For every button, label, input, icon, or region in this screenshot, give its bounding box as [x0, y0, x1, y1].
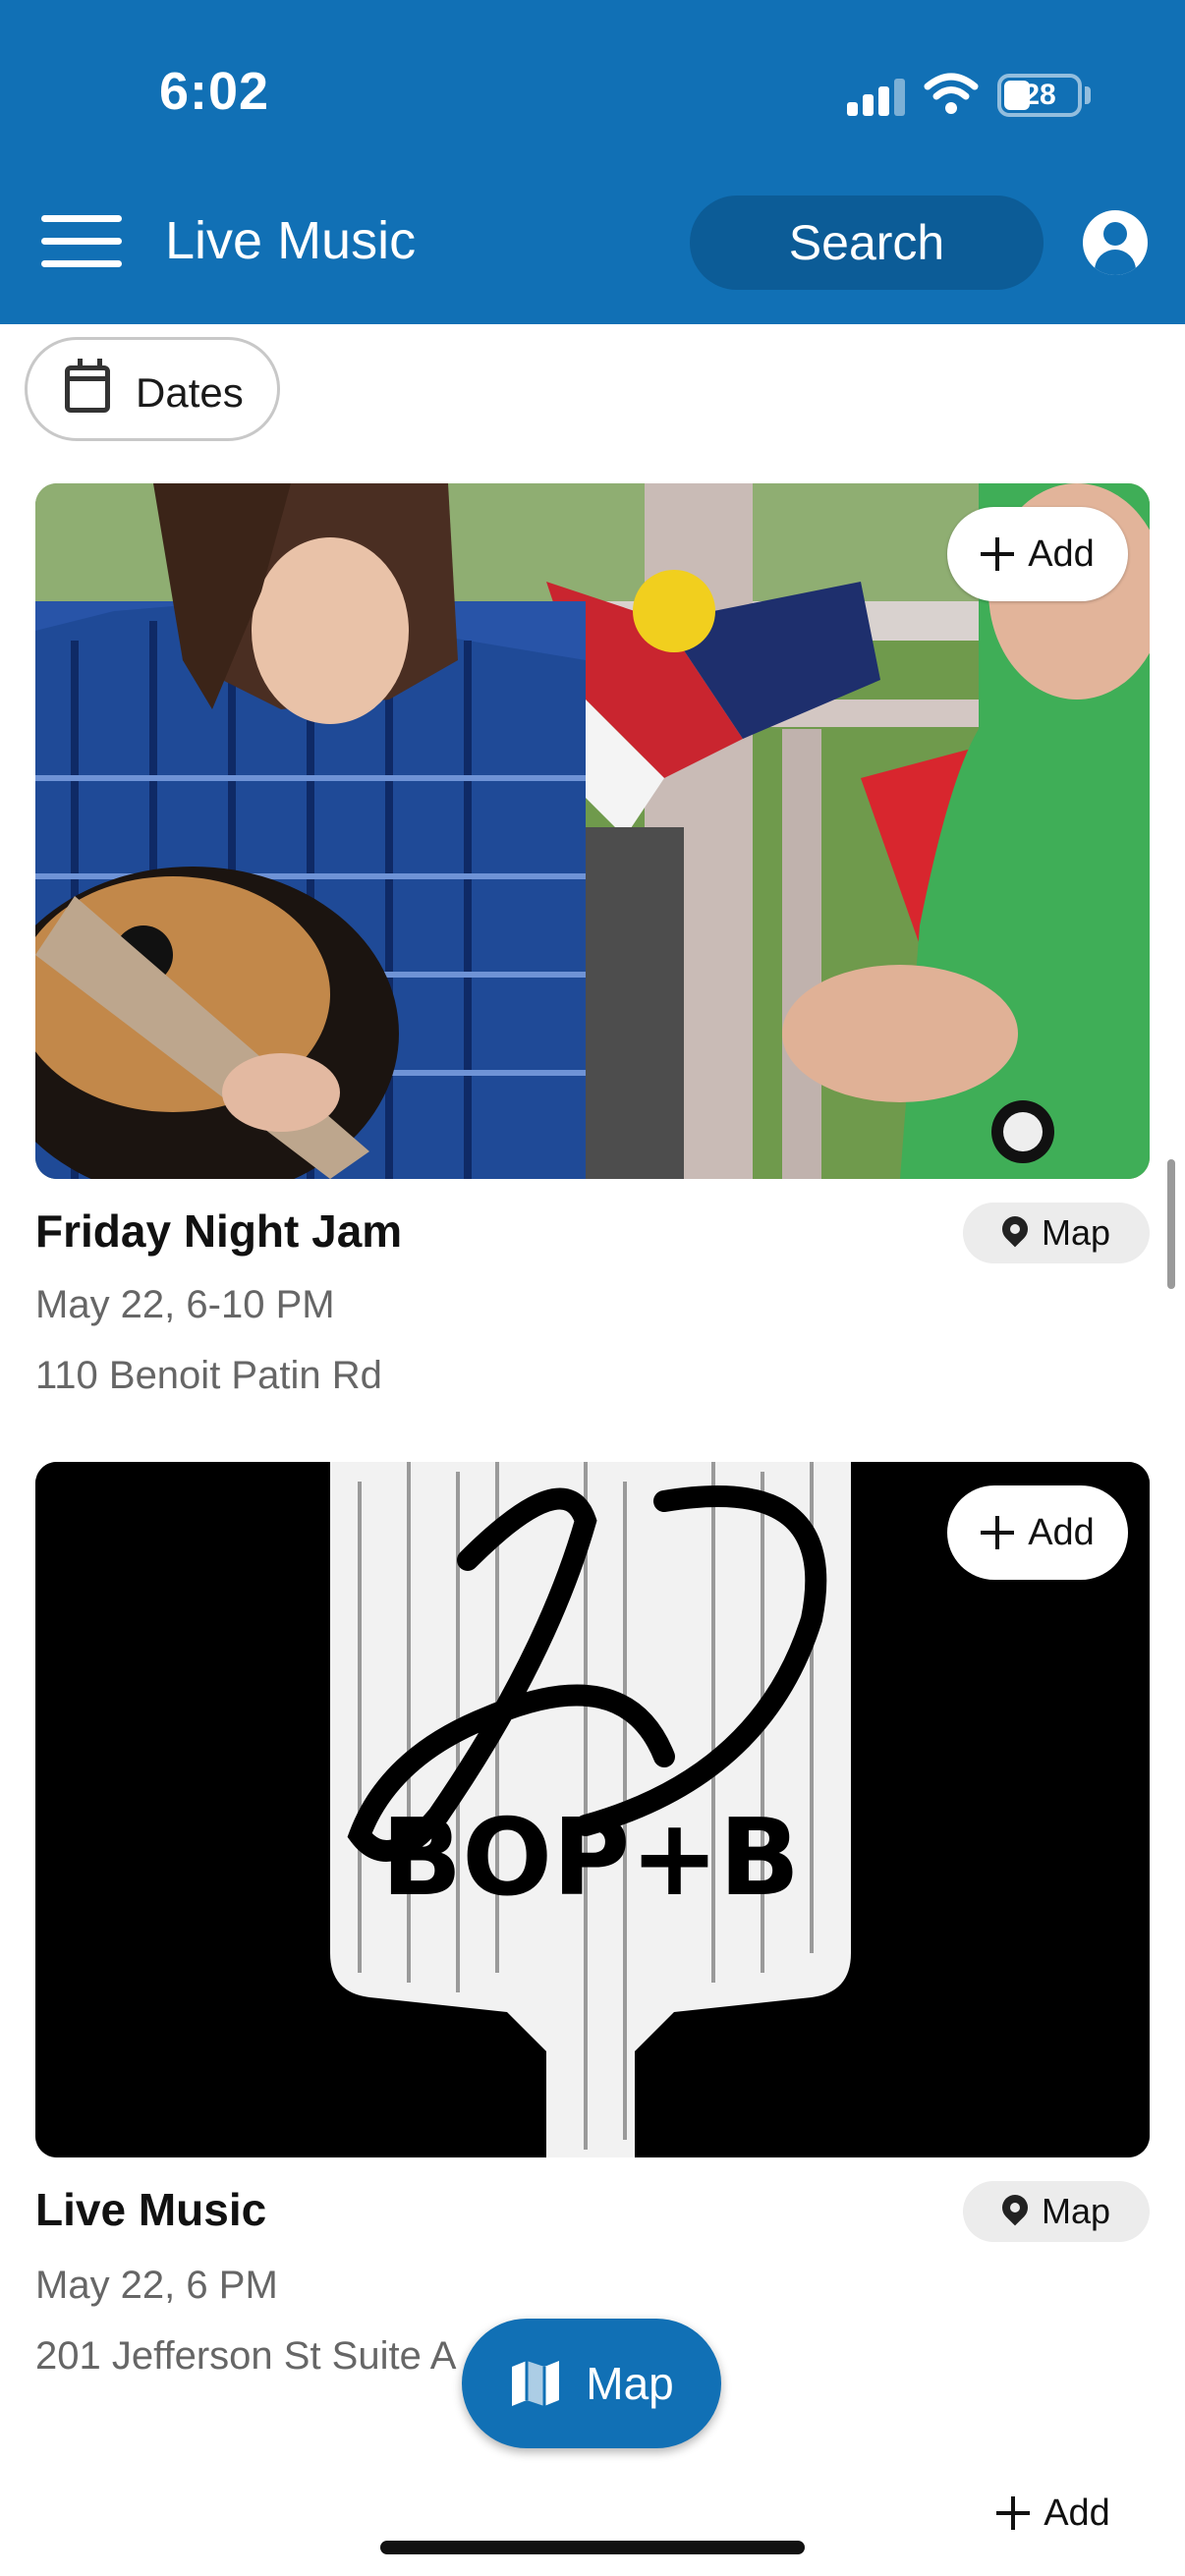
search-button[interactable]: Search — [690, 196, 1044, 290]
hamburger-menu-icon[interactable] — [41, 211, 122, 270]
map-chip-button[interactable]: Map — [963, 1203, 1150, 1263]
event-title[interactable]: Friday Night Jam — [35, 1204, 402, 1258]
map-pin-icon — [1002, 2195, 1028, 2228]
event-date: May 22, 6 PM — [35, 2264, 278, 2307]
map-chip-label: Map — [1041, 2191, 1111, 2231]
page-title: Live Music — [165, 211, 417, 270]
dates-filter-label: Dates — [136, 369, 244, 416]
add-label: Add — [1044, 2492, 1110, 2534]
event-title[interactable]: Live Music — [35, 2183, 266, 2236]
event-image-friday-night-jam[interactable]: Add — [35, 483, 1150, 1179]
map-view-button[interactable]: Map — [462, 2319, 721, 2448]
folded-map-icon — [512, 2361, 560, 2406]
add-label: Add — [1028, 532, 1095, 575]
map-pin-icon — [1002, 1216, 1028, 1250]
calendar-icon — [65, 359, 110, 413]
cellular-signal-icon — [847, 77, 906, 116]
battery-tip — [1085, 86, 1091, 104]
screen: 6:02 28 Live Music Search Dates Add Frid… — [0, 0, 1185, 2576]
event-address: 110 Benoit Patin Rd — [35, 1354, 382, 1397]
plus-icon — [996, 2496, 1031, 2530]
plus-icon — [981, 1516, 1015, 1549]
event-date: May 22, 6-10 PM — [35, 1283, 335, 1326]
plus-icon — [981, 537, 1015, 571]
map-view-label: Map — [586, 2358, 674, 2409]
status-time: 6:02 — [159, 62, 270, 121]
dates-filter-button[interactable]: Dates — [25, 337, 280, 441]
battery-level: 28 — [1023, 79, 1056, 111]
add-button[interactable]: Add — [963, 2466, 1144, 2560]
event-address: 201 Jefferson St Suite A — [35, 2334, 457, 2378]
app-header: 6:02 28 Live Music Search — [0, 0, 1185, 324]
scrollbar[interactable] — [1167, 1159, 1175, 1289]
battery-icon: 28 — [997, 74, 1082, 117]
profile-icon[interactable] — [1083, 210, 1148, 275]
home-indicator[interactable] — [380, 2541, 805, 2554]
wifi-icon — [924, 73, 979, 114]
map-chip-label: Map — [1041, 1212, 1111, 1253]
logo-text: BOP+B — [381, 1797, 800, 1920]
add-label: Add — [1028, 1511, 1095, 1553]
map-chip-button[interactable]: Map — [963, 2181, 1150, 2242]
event-image-live-music[interactable]: BOP+B Add — [35, 1462, 1150, 2157]
add-button[interactable]: Add — [947, 1485, 1128, 1580]
add-button[interactable]: Add — [947, 507, 1128, 601]
